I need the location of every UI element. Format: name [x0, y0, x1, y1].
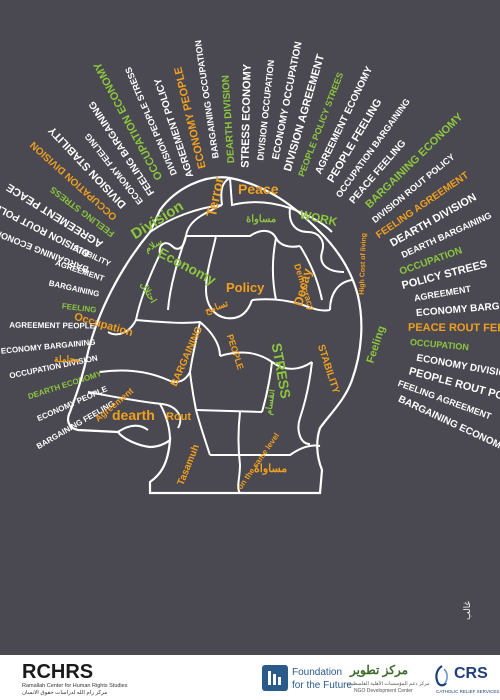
- piece-label-stability: STABILITY: [315, 343, 341, 395]
- piece-label-arabic-equality-bottom: مساواة: [254, 463, 287, 475]
- rchrs-arabic-name: مركز رام الله لدراسات حقوق الانسان: [22, 690, 108, 696]
- piece-label-work: WORK: [299, 207, 339, 229]
- piece-label-arabic-equality-top: مساواة: [246, 214, 276, 225]
- rchrs-logo: RCHRS: [22, 661, 94, 683]
- ray-word: DEARTH DIVISION: [221, 75, 238, 164]
- piece-label-dearth: dearth: [112, 407, 155, 423]
- piece-label-peace: Peace: [238, 181, 279, 197]
- left-ray-word: ECONOMY BARGAINING: [1, 338, 96, 356]
- piece-label-tasamuh: Tasamuh: [176, 443, 202, 487]
- ray-word: ECONOMY BARGAINING: [416, 298, 500, 319]
- crs-icon: [435, 665, 448, 687]
- rchrs-english-name: Ramallah Center for Human Rights Studies: [22, 683, 128, 689]
- ray-word: OCCUPATION: [410, 337, 470, 352]
- piece-label-occupation: Occupation: [73, 311, 135, 339]
- ndc-arabic-subtitle: مركز دعم المؤسسات الأهلية الفلسطينية: [346, 681, 430, 687]
- piece-label-on-the-same-level: on the same level: [236, 431, 282, 491]
- ray-word: PEACE ROUT FEELING: [408, 322, 500, 335]
- fff-name-line2: for the Future: [292, 680, 353, 691]
- piece-label-terror: Terror: [203, 175, 227, 218]
- piece-label-arabic-courtesy: مجاملة: [54, 354, 80, 364]
- ray-word: STRESS ECONOMY: [240, 63, 254, 168]
- ndc-english-name: NGO Development Center: [354, 688, 413, 694]
- piece-label-arabic-division: انقسام: [263, 389, 277, 416]
- foundation-for-the-future-icon: [262, 665, 288, 691]
- poster: BARGAINING ECONOMY FEELINGDIVISION ROUT …: [0, 0, 500, 700]
- crs-subtitle: CATHOLIC RELIEF SERVICES: [436, 689, 500, 694]
- fff-name-line1: Foundation: [292, 667, 343, 678]
- poster-artwork: BARGAINING ECONOMY FEELINGDIVISION ROUT …: [0, 39, 500, 620]
- artist-signature: غالب: [462, 601, 472, 620]
- piece-label-policy: Policy: [226, 280, 265, 295]
- sponsor-footer: RCHRS Ramallah Center for Human Rights S…: [0, 655, 500, 700]
- piece-label-bargaining: BARGAINING: [169, 325, 205, 389]
- left-ray-word: BARGAINING: [48, 279, 100, 299]
- ndc-arabic-logo: مركز تطوير: [350, 663, 409, 677]
- piece-label-feeling: Feeling: [365, 324, 388, 364]
- piece-label-high-cost-of-living: High Cost of living: [359, 233, 368, 295]
- piece-label-rout: Rout: [166, 411, 191, 423]
- crs-logo: CRS: [454, 665, 488, 682]
